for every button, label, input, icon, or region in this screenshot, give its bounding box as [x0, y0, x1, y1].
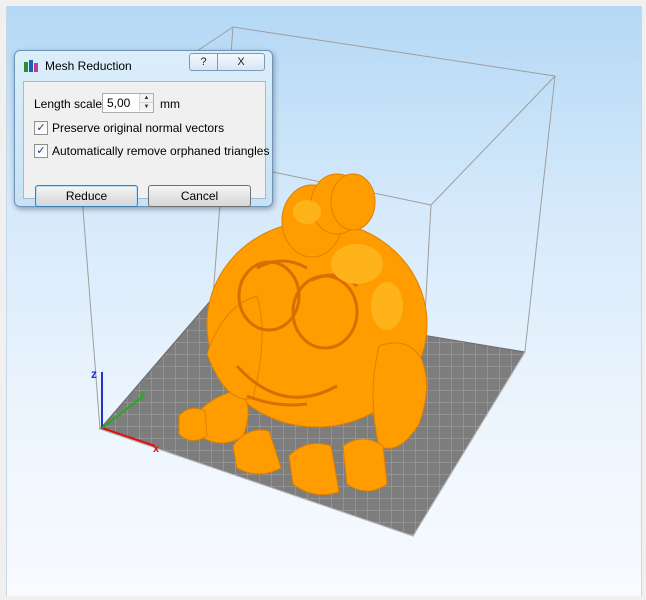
spin-down-icon[interactable]: ▼ [139, 103, 153, 111]
dialog-title: Mesh Reduction [45, 59, 132, 73]
close-button[interactable]: X [217, 53, 265, 71]
preserve-normals-label: Preserve original normal vectors [52, 121, 225, 135]
axis-z-label: z [91, 367, 97, 381]
length-scale-value[interactable]: 5,00 [107, 96, 130, 110]
remove-orphans-checkbox[interactable]: ✓ [34, 144, 48, 158]
axis-y-label: y [139, 389, 146, 401]
dialog-body: Length scale 5,00 ▲ ▼ mm ✓ Preserve orig… [23, 81, 270, 199]
length-unit-label: mm [160, 97, 180, 111]
cancel-button[interactable]: Cancel [148, 185, 251, 207]
help-button[interactable]: ? [189, 53, 218, 71]
reduce-button[interactable]: Reduce [35, 185, 138, 207]
remove-orphans-label: Automatically remove orphaned triangles [52, 144, 270, 158]
length-scale-spinbox[interactable]: 5,00 ▲ ▼ [102, 93, 154, 113]
mesh-reduction-dialog: Mesh Reduction ? X Length scale 5,00 ▲ ▼… [14, 50, 273, 207]
length-scale-label: Length scale [34, 97, 103, 111]
spin-up-icon[interactable]: ▲ [139, 94, 153, 103]
dialog-titlebar[interactable]: Mesh Reduction ? X [15, 51, 272, 79]
preserve-normals-checkbox[interactable]: ✓ [34, 121, 48, 135]
app-logo-icon [24, 60, 38, 72]
axis-x-label: x [153, 443, 160, 455]
